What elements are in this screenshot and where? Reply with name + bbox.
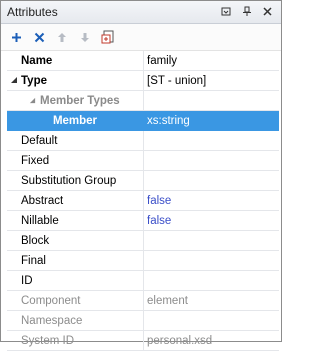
row-value[interactable] [144,171,279,190]
row-fixed[interactable]: Fixed [7,151,279,171]
row-value[interactable]: [ST - union] [144,71,279,90]
row-default[interactable]: Default [7,131,279,151]
row-component: Component element [7,291,279,311]
move-down-icon[interactable] [76,28,94,46]
row-type[interactable]: Type [ST - union] [7,71,279,91]
collapse-arrow-icon[interactable] [29,97,36,104]
row-label: Member [7,111,144,130]
row-value: personal.xsd [147,334,213,347]
row-label: Name [7,51,144,70]
row-value[interactable]: xs:string [144,111,279,130]
row-value[interactable] [144,231,279,250]
pin-icon[interactable] [239,4,254,19]
attributes-panel: Attributes Name family Type [ST - union]… [0,0,282,351]
row-value[interactable] [144,251,279,270]
panel-titlebar: Attributes [1,1,281,24]
close-icon[interactable] [260,4,275,19]
row-value[interactable] [144,131,279,150]
row-id[interactable]: ID [7,271,279,291]
panel-title: Attributes [7,5,58,19]
title-controls [218,4,275,19]
row-label: System ID [7,331,144,350]
properties-grid: Name family Type [ST - union] Member Typ… [7,51,279,351]
row-label: Final [7,251,144,270]
row-label: Default [7,131,144,150]
row-label: Component [7,291,144,310]
row-namespace: Namespace [7,311,279,331]
row-value[interactable]: family [144,51,279,70]
row-value[interactable] [144,271,279,290]
row-nillable[interactable]: Nillable false [7,211,279,231]
row-value [144,91,279,110]
row-value[interactable] [144,151,279,170]
open-in-editor-icon[interactable] [99,28,117,46]
row-value [144,311,279,330]
row-label: Type [7,71,144,90]
row-label: Namespace [7,311,144,330]
row-value: element [147,294,188,307]
row-label: Member Types [7,91,144,110]
dropdown-icon[interactable] [218,4,233,19]
row-value[interactable]: false [144,191,279,210]
remove-icon[interactable] [30,28,48,46]
row-label: Fixed [7,151,144,170]
row-label: ID [7,271,144,290]
row-label: Nillable [7,211,144,230]
row-label: Abstract [7,191,144,210]
move-up-icon[interactable] [53,28,71,46]
collapse-arrow-icon[interactable] [10,76,18,84]
row-substitution-group[interactable]: Substitution Group [7,171,279,191]
attributes-toolbar [1,24,281,51]
row-label: Block [7,231,144,250]
row-system-id: System ID personal.xsd [7,331,279,351]
add-icon[interactable] [7,28,25,46]
row-name[interactable]: Name family [7,51,279,71]
row-member-types[interactable]: Member Types [7,91,279,111]
row-label: Substitution Group [7,171,144,190]
row-value[interactable]: false [144,211,279,230]
member-types-label: Member Types [40,94,120,107]
row-final[interactable]: Final [7,251,279,271]
row-member[interactable]: Member xs:string [7,111,279,131]
row-block[interactable]: Block [7,231,279,251]
row-abstract[interactable]: Abstract false [7,191,279,211]
